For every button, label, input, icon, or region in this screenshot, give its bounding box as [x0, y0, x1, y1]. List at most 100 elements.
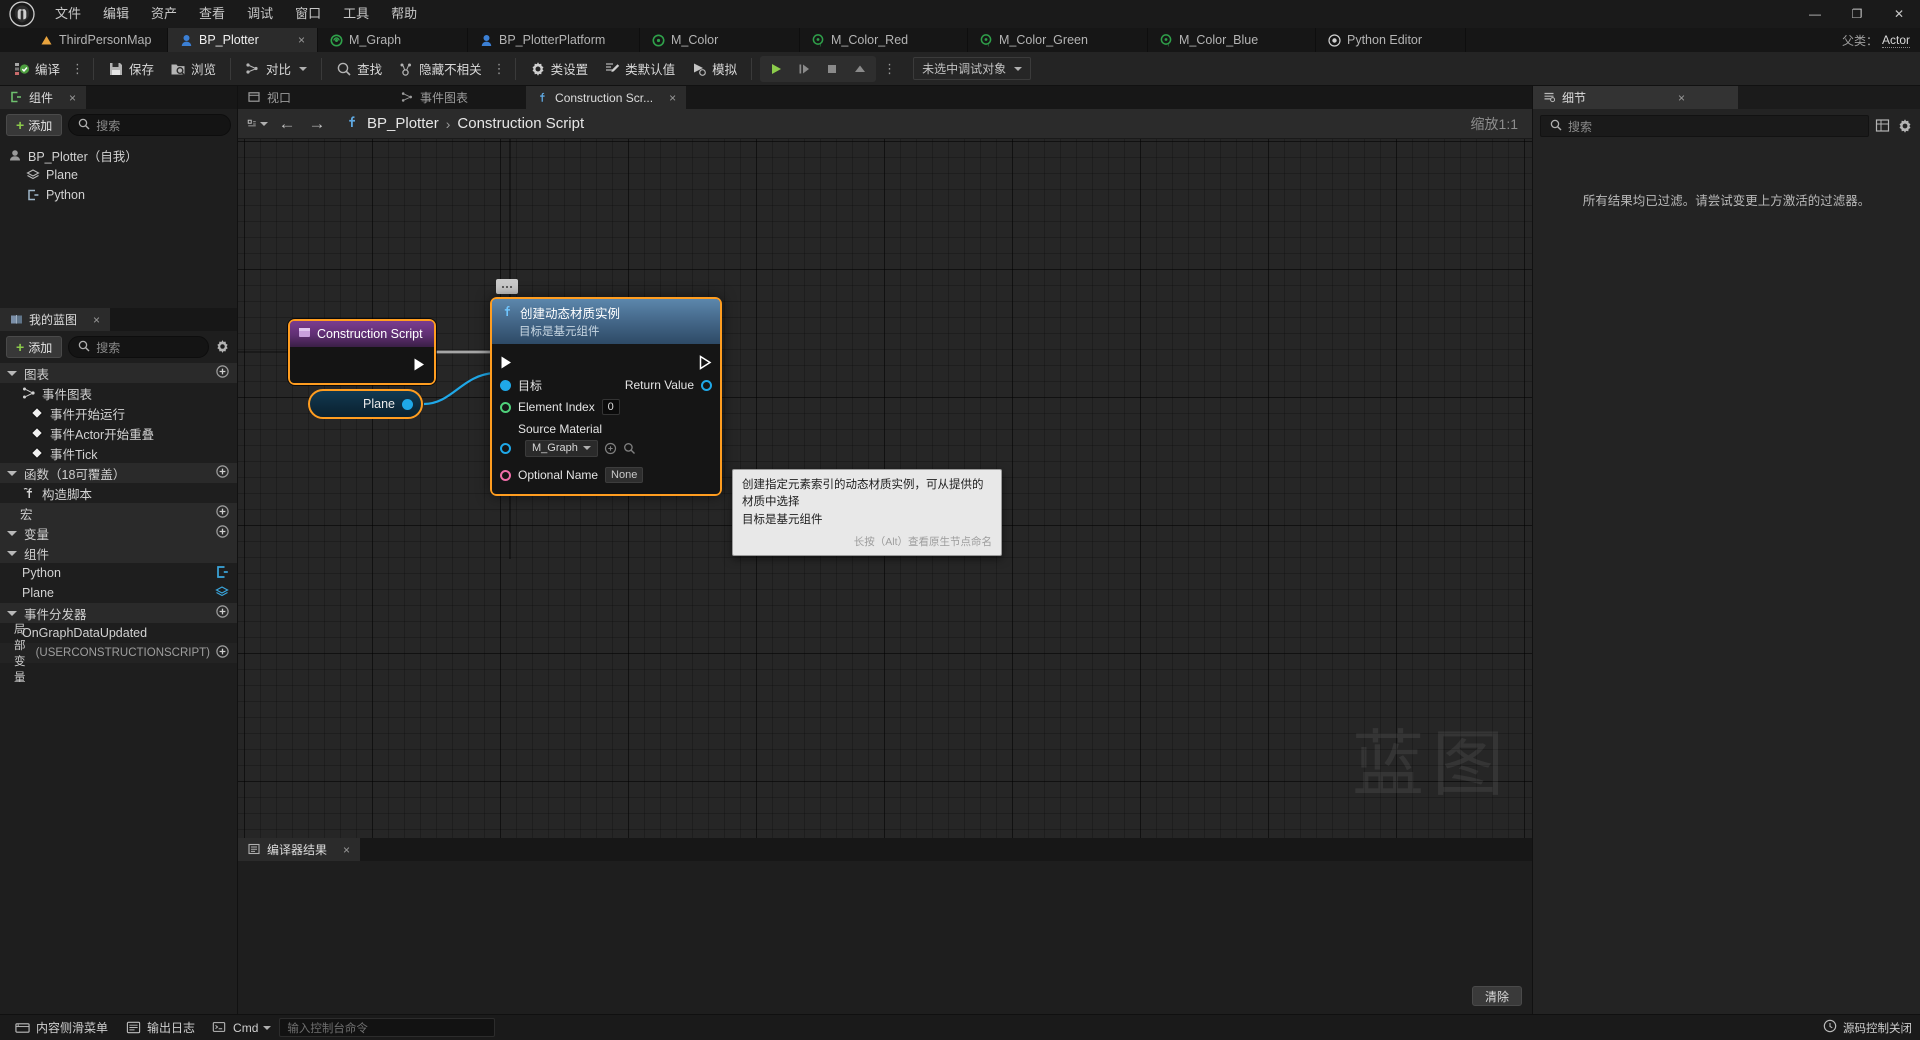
- section-event-dispatchers[interactable]: 事件分发器: [0, 603, 237, 623]
- asset-tab-m-color[interactable]: M_Color: [640, 28, 800, 52]
- list-item-event-graph[interactable]: 事件图表: [0, 383, 237, 403]
- stop-button[interactable]: [818, 57, 846, 81]
- node-comment-bubble-toggle[interactable]: [496, 279, 518, 294]
- list-item-construction-script[interactable]: 构造脚本: [0, 483, 237, 503]
- menu-item-help[interactable]: 帮助: [380, 0, 428, 28]
- asset-tab-close-icon[interactable]: ×: [282, 33, 305, 47]
- output-log-button[interactable]: 输出日志: [117, 1017, 204, 1039]
- tab-viewport[interactable]: 视口: [238, 86, 301, 109]
- target-input-pin[interactable]: [500, 379, 511, 391]
- exec-output-pin[interactable]: [699, 354, 712, 370]
- plane-output-pin[interactable]: [402, 398, 413, 410]
- asset-tab-m-color-blue[interactable]: i M_Color_Blue: [1148, 28, 1316, 52]
- section-components[interactable]: 组件: [0, 543, 237, 563]
- compile-options-icon[interactable]: ⋮: [68, 61, 87, 77]
- tab-components[interactable]: 组件 ×: [0, 86, 87, 109]
- navigate-back-button[interactable]: ←: [276, 113, 298, 135]
- browse-asset-icon[interactable]: [604, 442, 617, 455]
- details-search-input[interactable]: 搜索: [1540, 115, 1869, 137]
- asset-tab-m-graph[interactable]: M_Graph: [318, 28, 468, 52]
- console-command-mode-dropdown[interactable]: Cmd: [204, 1018, 279, 1038]
- section-local-variables[interactable]: 局部变量 (USERCONSTRUCTIONSCRIPT): [0, 624, 237, 684]
- element-index-input-pin[interactable]: [500, 401, 511, 413]
- details-view-options-icon[interactable]: [1875, 118, 1891, 134]
- find-button[interactable]: 查找: [328, 56, 390, 82]
- maximize-button[interactable]: ❐: [1836, 0, 1878, 28]
- section-graphs[interactable]: 图表: [0, 363, 237, 383]
- class-defaults-button[interactable]: 类默认值: [596, 56, 683, 82]
- save-button[interactable]: 保存: [100, 56, 162, 82]
- breadcrumb-root[interactable]: BP_Plotter: [367, 115, 439, 132]
- list-item-event-actor-begin-overlap[interactable]: 事件Actor开始重叠: [0, 423, 237, 443]
- play-button[interactable]: [762, 57, 790, 81]
- myblueprint-settings-icon[interactable]: [215, 339, 231, 355]
- component-row-plane[interactable]: Plane: [0, 165, 237, 185]
- menu-item-debug[interactable]: 调试: [236, 0, 284, 28]
- add-local-variable-icon[interactable]: [216, 645, 229, 661]
- graph-options-icon[interactable]: [246, 113, 268, 135]
- navigate-forward-button[interactable]: →: [306, 113, 328, 135]
- menu-item-edit[interactable]: 编辑: [92, 0, 140, 28]
- add-component-button[interactable]: + 添加: [6, 114, 63, 136]
- add-dispatcher-icon[interactable]: [216, 605, 229, 621]
- find-asset-icon[interactable]: [623, 442, 636, 455]
- panel-close-icon[interactable]: ×: [93, 313, 100, 327]
- simulate-button[interactable]: 模拟: [683, 56, 745, 82]
- debug-object-dropdown[interactable]: 未选中调试对象: [913, 57, 1032, 80]
- menu-item-assets[interactable]: 资产: [140, 0, 188, 28]
- graph-canvas[interactable]: Construction Script Plane 创建动态材质实例 目标是基元…: [238, 139, 1532, 838]
- element-index-value-input[interactable]: 0: [601, 399, 620, 415]
- components-search-input[interactable]: 搜索: [68, 114, 231, 136]
- asset-tab-python-editor[interactable]: Python Editor: [1316, 28, 1466, 52]
- add-graph-icon[interactable]: [216, 365, 229, 381]
- unreal-logo-icon[interactable]: [0, 0, 44, 28]
- node-create-dynamic-material-instance[interactable]: 创建动态材质实例 目标是基元组件 目标 Return Value Element…: [490, 297, 722, 496]
- minimize-button[interactable]: —: [1794, 0, 1836, 28]
- section-macros[interactable]: 宏: [0, 503, 237, 523]
- list-item-ongraphdataupdated[interactable]: OnGraphDataUpdated: [0, 623, 237, 643]
- graph-tab-close-icon[interactable]: ×: [669, 91, 676, 105]
- panel-close-icon[interactable]: ×: [343, 843, 350, 857]
- myblueprint-search-input[interactable]: 搜索: [68, 336, 209, 358]
- clear-results-button[interactable]: 清除: [1471, 986, 1522, 1006]
- component-row-python[interactable]: Python: [0, 185, 237, 205]
- panel-close-icon[interactable]: ×: [69, 91, 76, 105]
- asset-tab-thirdpersonmap[interactable]: ThirdPersonMap: [28, 28, 168, 52]
- step-button[interactable]: [790, 57, 818, 81]
- node-construction-script[interactable]: Construction Script: [288, 319, 436, 385]
- mesh-var-icon[interactable]: [215, 585, 229, 602]
- list-item-event-tick[interactable]: 事件Tick: [0, 443, 237, 463]
- source-material-dropdown[interactable]: M_Graph: [525, 439, 598, 457]
- details-settings-icon[interactable]: [1897, 118, 1913, 134]
- exec-output-pin[interactable]: [413, 357, 426, 377]
- list-item-event-begin-play[interactable]: 事件开始运行: [0, 403, 237, 423]
- close-window-button[interactable]: ✕: [1878, 0, 1920, 28]
- list-item-variable-python[interactable]: Python: [0, 563, 237, 583]
- console-command-input[interactable]: 输入控制台命令: [279, 1018, 496, 1037]
- hide-unrelated-options-icon[interactable]: ⋮: [490, 61, 509, 77]
- add-function-icon[interactable]: [216, 465, 229, 481]
- add-variable-icon[interactable]: [216, 525, 229, 541]
- compile-button[interactable]: 编译: [6, 56, 68, 82]
- asset-tab-bp-plotter[interactable]: BP_Plotter ×: [168, 28, 318, 52]
- component-var-icon[interactable]: [215, 565, 229, 582]
- section-variables[interactable]: 变量: [0, 523, 237, 543]
- add-macro-icon[interactable]: [216, 505, 229, 521]
- menu-item-tools[interactable]: 工具: [332, 0, 380, 28]
- tab-compiler-results[interactable]: 编译器结果 ×: [238, 838, 361, 861]
- content-drawer-button[interactable]: 内容侧滑菜单: [6, 1017, 117, 1039]
- tab-myblueprint[interactable]: 我的蓝图 ×: [0, 308, 111, 331]
- diff-button[interactable]: 对比: [237, 56, 315, 82]
- panel-close-icon[interactable]: ×: [1678, 91, 1685, 105]
- section-functions[interactable]: 函数（18可覆盖）: [0, 463, 237, 483]
- asset-tab-m-color-red[interactable]: i M_Color_Red: [800, 28, 968, 52]
- asset-tab-m-color-green[interactable]: i M_Color_Green: [968, 28, 1148, 52]
- tab-construction-script[interactable]: Construction Scr... ×: [526, 86, 687, 109]
- parent-class-value[interactable]: Actor: [1881, 33, 1910, 48]
- tab-event-graph[interactable]: 事件图表: [391, 86, 478, 109]
- menu-item-file[interactable]: 文件: [44, 0, 92, 28]
- component-row-self[interactable]: BP_Plotter（自我）: [0, 145, 237, 165]
- menu-item-view[interactable]: 查看: [188, 0, 236, 28]
- play-options-icon[interactable]: ⋮: [880, 61, 899, 77]
- add-blueprint-item-button[interactable]: + 添加: [6, 336, 63, 358]
